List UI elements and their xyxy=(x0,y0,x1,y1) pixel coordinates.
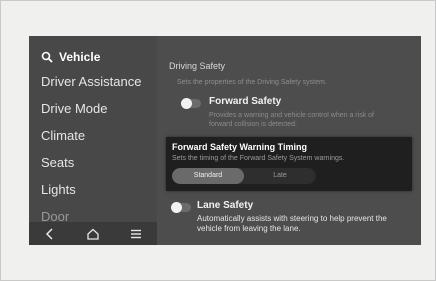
toggle-knob xyxy=(181,98,192,109)
sidebar-item-drive-mode[interactable]: Drive Mode xyxy=(41,101,107,116)
search-button[interactable]: Vehicle xyxy=(41,49,100,65)
timing-option-standard[interactable]: Standard xyxy=(172,168,244,184)
bottom-nav-bar xyxy=(29,222,157,245)
popup-title: Forward Safety Warning Timing xyxy=(172,142,308,152)
sidebar-item-climate[interactable]: Climate xyxy=(41,128,85,143)
lane-safety-toggle[interactable] xyxy=(171,202,191,213)
infotainment-screen: Vehicle Driver Assistance Drive Mode Cli… xyxy=(29,36,421,245)
forward-safety-desc-1: Provides a warning and vehicle control w… xyxy=(209,112,374,119)
timing-option-late[interactable]: Late xyxy=(244,168,316,184)
lane-safety-title[interactable]: Lane Safety xyxy=(197,200,253,211)
section-title: Driving Safety xyxy=(169,61,226,71)
sidebar-item-seats[interactable]: Seats xyxy=(41,155,74,170)
sidebar-item-lights[interactable]: Lights xyxy=(41,182,76,197)
search-icon xyxy=(41,51,53,63)
forward-safety-toggle[interactable] xyxy=(181,98,201,109)
sidebar-item-driver-assistance[interactable]: Driver Assistance xyxy=(41,74,141,89)
home-icon[interactable] xyxy=(86,227,100,241)
timing-segmented-control: Standard Late xyxy=(172,168,316,184)
popup-description: Sets the timing of the Forward Safety Sy… xyxy=(172,155,345,162)
menu-icon[interactable] xyxy=(129,227,143,241)
photo-frame: Vehicle Driver Assistance Drive Mode Cli… xyxy=(0,0,436,281)
lane-safety-desc: Automatically assists with steering to h… xyxy=(197,214,387,234)
sidebar: Vehicle Driver Assistance Drive Mode Cli… xyxy=(29,36,157,245)
settings-panel: Driving Safety Sets the properties of th… xyxy=(157,36,421,245)
warning-timing-popup: Forward Safety Warning Timing Sets the t… xyxy=(166,137,412,191)
search-label: Vehicle xyxy=(59,50,101,64)
forward-safety-title[interactable]: Forward Safety xyxy=(209,96,281,107)
section-description: Sets the properties of the Driving Safet… xyxy=(177,79,327,86)
lane-safety-desc-1: Automatically assists with steering to h… xyxy=(197,214,387,223)
toggle-knob xyxy=(171,202,182,213)
lane-safety-desc-2: vehicle from leaving the lane. xyxy=(197,224,301,233)
back-icon[interactable] xyxy=(43,227,57,241)
forward-safety-desc-2: forward collision is detected. xyxy=(209,121,297,128)
